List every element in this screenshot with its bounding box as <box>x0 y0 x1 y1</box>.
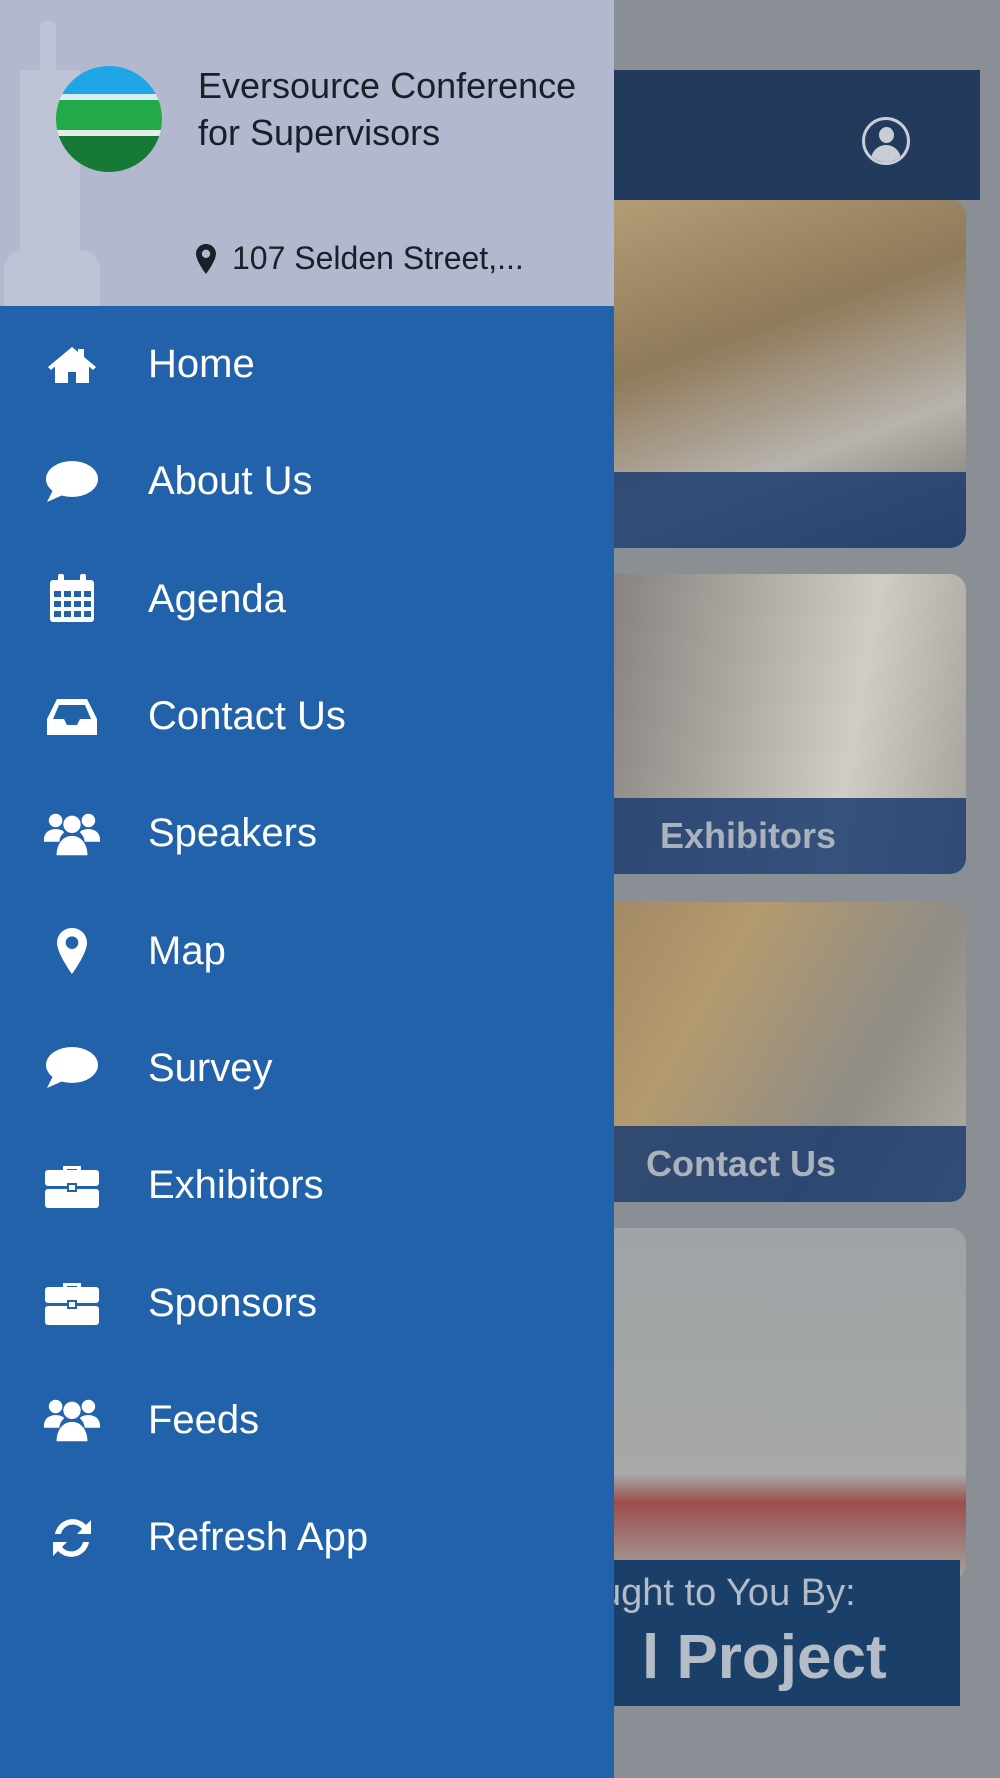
menu-item-label: Contact Us <box>148 694 346 739</box>
background-card <box>560 1228 966 1580</box>
background-card <box>560 200 966 548</box>
refresh-icon <box>44 1514 100 1562</box>
menu-item-label: Sponsors <box>148 1280 317 1325</box>
menu-item-label: Refresh App <box>148 1515 369 1560</box>
address-link[interactable]: 107 Selden Street,... <box>196 240 524 277</box>
drawer-header: Eversource Conference for Supervisors 10… <box>0 0 614 306</box>
menu-item-speakers[interactable]: Speakers <box>0 775 614 892</box>
briefcase-icon <box>44 1162 100 1210</box>
conference-title: Eversource Conference for Supervisors <box>198 65 577 153</box>
menu-item-map[interactable]: Map <box>0 892 614 1009</box>
menu-item-contact-us[interactable]: Contact Us <box>0 658 614 775</box>
menu-item-label: Home <box>148 342 255 387</box>
drawer-menu: Home About Us Agenda Contact Us Speakers… <box>0 306 614 1596</box>
menu-item-home[interactable]: Home <box>0 306 614 423</box>
banner-title: l Project <box>642 1623 887 1692</box>
map-marker-icon <box>44 927 100 975</box>
background-card-contact-us: Contact Us <box>560 902 966 1202</box>
briefcase-icon <box>44 1279 100 1327</box>
menu-item-label: Feeds <box>148 1397 260 1442</box>
users-icon <box>44 810 100 858</box>
inbox-icon <box>44 693 100 741</box>
chat-bubble-icon <box>44 1044 100 1092</box>
card-caption: Contact Us <box>560 1126 966 1202</box>
menu-item-exhibitors[interactable]: Exhibitors <box>0 1127 614 1244</box>
menu-item-label: Survey <box>148 1045 273 1090</box>
menu-item-agenda[interactable]: Agenda <box>0 541 614 658</box>
menu-item-feeds[interactable]: Feeds <box>0 1362 614 1479</box>
calendar-icon <box>44 574 100 623</box>
menu-item-survey[interactable]: Survey <box>0 1010 614 1127</box>
sponsor-banner: ught to You By: l Project <box>560 1560 960 1706</box>
navigation-drawer: Eversource Conference for Supervisors 10… <box>0 0 614 1778</box>
background-card-exhibitors: Exhibitors <box>560 574 966 874</box>
menu-item-refresh-app[interactable]: Refresh App <box>0 1479 614 1596</box>
menu-item-label: Agenda <box>148 576 286 621</box>
banner-line: ught to You By: <box>600 1572 856 1614</box>
menu-item-label: Map <box>148 928 226 973</box>
card-image <box>560 1228 966 1580</box>
card-caption <box>560 472 966 548</box>
home-icon <box>44 341 100 389</box>
menu-item-label: Speakers <box>148 811 317 856</box>
profile-avatar-icon <box>862 117 910 165</box>
menu-item-about-us[interactable]: About Us <box>0 423 614 540</box>
users-icon <box>44 1396 100 1444</box>
menu-item-sponsors[interactable]: Sponsors <box>0 1244 614 1361</box>
eversource-logo <box>56 66 162 172</box>
address-text: 107 Selden Street,... <box>232 240 524 276</box>
map-marker-icon <box>196 243 216 274</box>
menu-item-label: About Us <box>148 459 313 504</box>
card-caption: Exhibitors <box>560 798 966 874</box>
menu-item-label: Exhibitors <box>148 1163 324 1208</box>
chat-bubble-icon <box>44 458 100 506</box>
